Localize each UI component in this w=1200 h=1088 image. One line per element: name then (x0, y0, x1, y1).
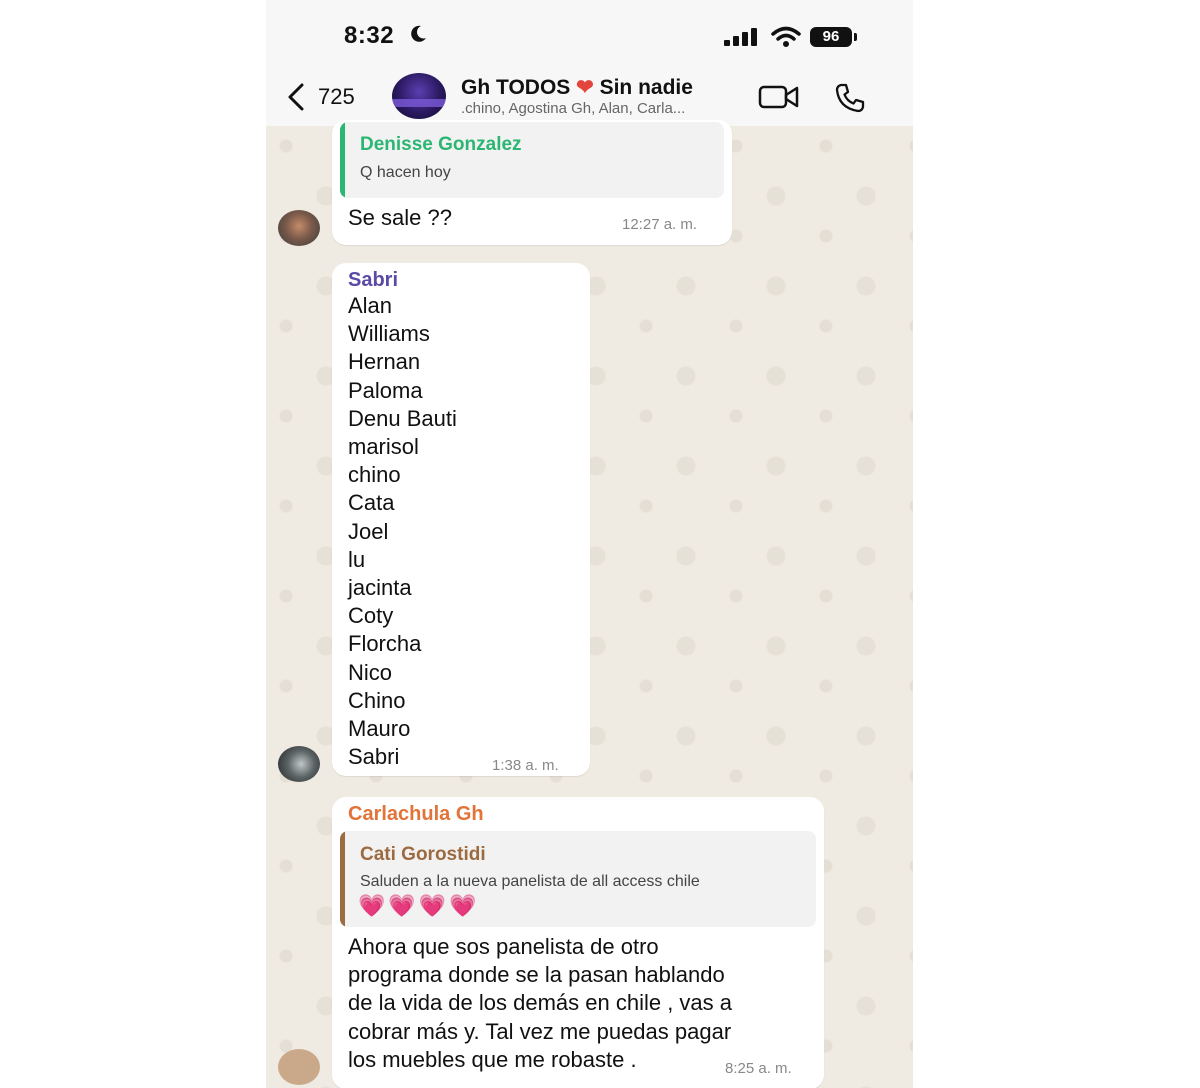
message-text: Alan Williams Hernan Paloma Denu Bauti m… (348, 293, 457, 770)
message-bubble[interactable]: Carlachula Gh Cati Gorostidi Saluden a l… (332, 797, 824, 1088)
avatar[interactable] (278, 746, 320, 782)
quote-sender: Cati Gorostidi (360, 844, 486, 865)
message-bubble[interactable]: Denisse Gonzalez Q hacen hoy Se sale ?? … (332, 120, 732, 245)
quote-bar (340, 831, 345, 927)
status-bar: 8:32 96 (266, 0, 913, 70)
chat-header: 725 Gh TODOS ❤ Sin nadie .chino, Agostin… (266, 70, 913, 126)
quote-sender: Denisse Gonzalez (360, 134, 522, 155)
quote-text: Q hacen hoy (360, 164, 451, 181)
chat-area[interactable]: Denisse Gonzalez Q hacen hoy Se sale ?? … (266, 120, 913, 1088)
battery-tip (854, 33, 857, 41)
quote-bar (340, 122, 345, 198)
video-camera-icon[interactable] (758, 84, 800, 110)
message-sender: Carlachula Gh (348, 803, 484, 825)
message-text: Ahora que sos panelista de otro programa… (348, 934, 733, 1072)
phone-screen: 8:32 96 725 Gh TODOS ❤ Sin nadie .chino,… (266, 0, 913, 1088)
group-title[interactable]: Gh TODOS ❤ Sin nadie (461, 75, 693, 100)
message-bubble[interactable]: Sabri Alan Williams Hernan Paloma Denu B… (332, 263, 590, 776)
heart-emoji: ❤ (576, 76, 594, 99)
wifi-icon (771, 26, 801, 47)
heart-emojis: 💗💗💗💗 (358, 893, 480, 918)
message-time: 12:27 a. m. (622, 216, 698, 233)
chevron-left-icon[interactable] (284, 82, 310, 112)
quote-text: Saluden a la nueva panelista de all acce… (360, 873, 700, 890)
message-time: 1:38 a. m. (492, 757, 559, 774)
quoted-message[interactable]: Cati Gorostidi Saluden a la nueva paneli… (340, 831, 816, 927)
group-avatar[interactable] (392, 73, 446, 119)
phone-icon[interactable] (834, 82, 866, 114)
group-title-left: Gh TODOS (461, 76, 571, 99)
battery-indicator: 96 (810, 27, 852, 47)
quoted-message[interactable]: Denisse Gonzalez Q hacen hoy (340, 122, 724, 198)
group-title-right: Sin nadie (599, 76, 693, 99)
avatar[interactable] (278, 1049, 320, 1085)
moon-icon (411, 25, 426, 42)
message-time: 8:25 a. m. (725, 1060, 792, 1077)
avatar[interactable] (278, 210, 320, 246)
unread-count[interactable]: 725 (318, 84, 355, 110)
signal-icon (724, 28, 757, 46)
status-time: 8:32 (344, 22, 395, 49)
message-sender: Sabri (348, 269, 399, 291)
message-text: Se sale ?? (348, 205, 452, 230)
group-members[interactable]: .chino, Agostina Gh, Alan, Carla... (461, 100, 685, 117)
avatar-graphic (392, 99, 446, 107)
